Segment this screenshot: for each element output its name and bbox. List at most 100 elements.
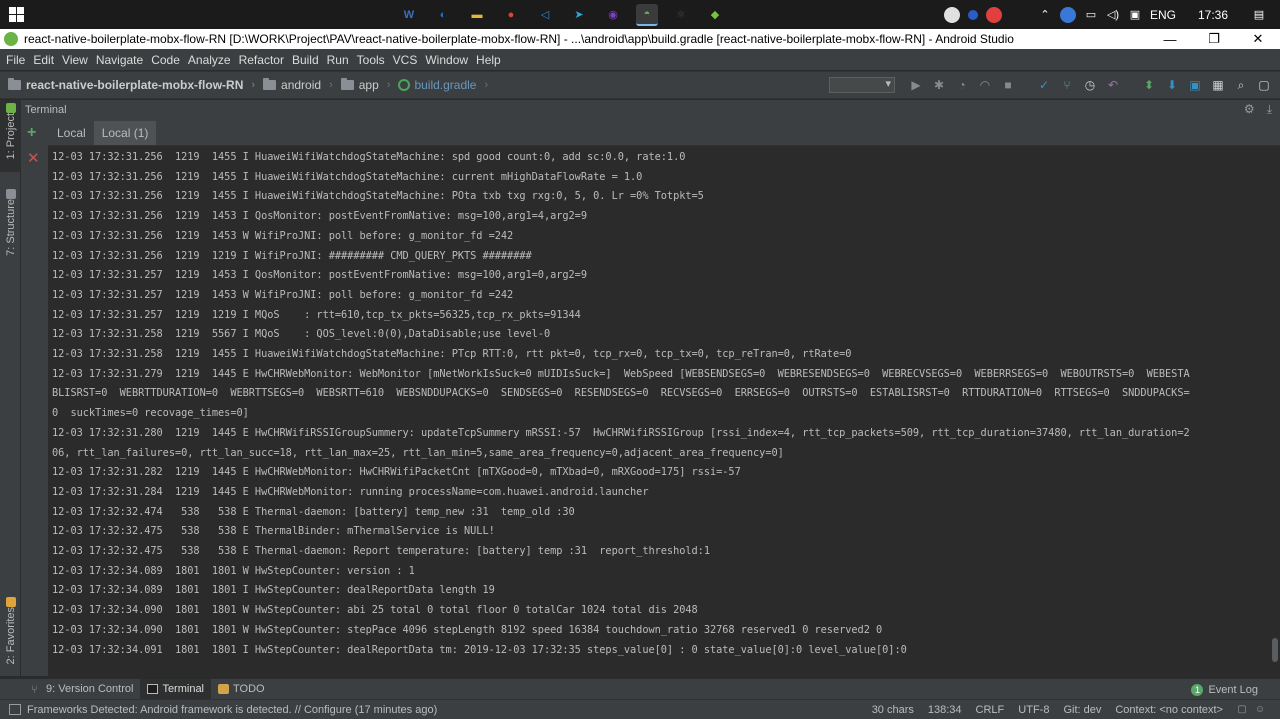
- search-icon[interactable]: ⌕: [1233, 77, 1249, 93]
- close-button[interactable]: ✕: [1236, 31, 1280, 47]
- window-title-bar: react-native-boilerplate-mobx-flow-RN [D…: [0, 29, 1280, 49]
- restore-button[interactable]: ❐: [1192, 31, 1236, 47]
- notifications-icon[interactable]: ▤: [1252, 8, 1266, 22]
- close-session-icon[interactable]: ✕: [27, 149, 40, 167]
- menu-run[interactable]: Run: [323, 53, 353, 67]
- android-studio-icon[interactable]: ◓: [636, 3, 658, 26]
- vcs-rollback-icon[interactable]: ↶: [1105, 77, 1121, 93]
- tab-label: 9: Version Control: [46, 683, 134, 695]
- hide-panel-icon[interactable]: ⤓: [1267, 102, 1272, 117]
- menu-build[interactable]: Build: [288, 53, 323, 67]
- context-indicator[interactable]: Context: <no context>: [1108, 704, 1230, 716]
- git-branch[interactable]: Git: dev: [1056, 704, 1108, 716]
- tray-app-icon[interactable]: [943, 6, 960, 23]
- menu-tools[interactable]: Tools: [353, 53, 389, 67]
- menu-code[interactable]: Code: [147, 53, 184, 67]
- menu-view[interactable]: View: [58, 53, 92, 67]
- tab-structure[interactable]: 7: Structure: [0, 186, 21, 262]
- avd-manager-icon[interactable]: ▣: [1187, 77, 1203, 93]
- menu-file[interactable]: File: [2, 53, 29, 67]
- menu-window[interactable]: Window: [421, 53, 472, 67]
- tab-version-control[interactable]: ⑂ 9: Version Control: [24, 679, 140, 700]
- chevron-up-icon[interactable]: ⌃: [1038, 8, 1052, 22]
- breadcrumb-project[interactable]: react-native-boilerplate-mobx-flow-RN ›: [0, 78, 255, 92]
- terminal-tab[interactable]: Local: [49, 121, 94, 145]
- profile-icon[interactable]: ◔: [954, 77, 970, 93]
- scrollbar-thumb[interactable]: [1272, 638, 1278, 662]
- firefox-icon[interactable]: ◐: [432, 4, 454, 26]
- log-line: 12-03 17:32:31.256 1219 1455 I HuaweiWif…: [52, 190, 704, 203]
- run-icon[interactable]: ▶: [908, 77, 924, 93]
- line-separator[interactable]: CRLF: [969, 704, 1012, 716]
- project-structure-icon[interactable]: ▦: [1210, 77, 1226, 93]
- log-line: 12-03 17:32:34.091 1801 1801 I HwStepCou…: [52, 643, 907, 656]
- menu-analyze[interactable]: Analyze: [184, 53, 235, 67]
- terminal-output[interactable]: 12-03 17:32:31.256 1219 1455 I HuaweiWif…: [48, 148, 1269, 674]
- clock[interactable]: 17:36: [1198, 8, 1228, 22]
- terminal-scrollbar[interactable]: [1271, 148, 1279, 674]
- start-button[interactable]: [0, 0, 32, 29]
- log-line: 12-03 17:32:31.256 1219 1219 I WifiProJN…: [52, 249, 532, 262]
- log-line: 12-03 17:32:31.280 1219 1445 E HwCHRWifi…: [52, 426, 1190, 439]
- log-line: 12-03 17:32:31.257 1219 1219 I MQoS : rt…: [52, 308, 581, 321]
- menu-edit[interactable]: Edit: [29, 53, 58, 67]
- menu-refactor[interactable]: Refactor: [235, 53, 288, 67]
- vcs-commit-icon[interactable]: ⑂: [1059, 77, 1075, 93]
- log-line: 12-03 17:32:31.256 1219 1453 I QosMonito…: [52, 210, 587, 223]
- tray-app-icon[interactable]: [1059, 6, 1076, 23]
- stop-icon[interactable]: ■: [1000, 77, 1016, 93]
- chrome-icon[interactable]: ●: [500, 4, 522, 26]
- project-icon: [5, 103, 16, 113]
- minimize-button[interactable]: —: [1148, 32, 1192, 47]
- window-title: react-native-boilerplate-mobx-flow-RN [D…: [24, 32, 1014, 46]
- breadcrumb-file[interactable]: build.gradle ›: [390, 78, 488, 92]
- gradle-icon: [398, 79, 411, 91]
- sync-gradle-icon[interactable]: ⬍: [1141, 77, 1157, 93]
- language-indicator[interactable]: ENG: [1150, 8, 1176, 22]
- windows-store-icon[interactable]: W: [398, 4, 420, 26]
- tab-project[interactable]: 1: Project: [0, 100, 21, 172]
- tray-app-icon[interactable]: [985, 6, 1002, 23]
- react-icon[interactable]: ⚛: [670, 4, 692, 26]
- file-encoding[interactable]: UTF-8: [1011, 704, 1056, 716]
- caret-position[interactable]: 138:34: [921, 704, 969, 716]
- telegram-icon[interactable]: ➤: [568, 4, 590, 26]
- log-line: 12-03 17:32:34.089 1801 1801 I HwStepCou…: [52, 584, 495, 597]
- tray-app-icon[interactable]: [967, 9, 978, 20]
- structure-icon: [5, 189, 16, 199]
- attach-debugger-icon[interactable]: ◠: [977, 77, 993, 93]
- breadcrumb-android[interactable]: android ›: [255, 78, 333, 92]
- taskbar-apps: W ◐ ▬ ● ◁ ➤ ◉ ◓ ⚛ ◆: [398, 0, 726, 29]
- vscode-icon[interactable]: ◁: [534, 4, 556, 26]
- toggle-tool-windows-icon[interactable]: [9, 704, 21, 715]
- breadcrumb-label: android: [281, 78, 322, 92]
- debug-icon[interactable]: ✱: [931, 77, 947, 93]
- tab-todo[interactable]: TODO: [211, 679, 272, 700]
- tab-event-log[interactable]: 1 Event Log: [1191, 679, 1258, 700]
- breadcrumb-app[interactable]: app ›: [333, 78, 390, 92]
- gear-icon[interactable]: ⚙: [1244, 102, 1255, 117]
- tab-favorites[interactable]: 2: Favorites: [0, 594, 21, 670]
- terminal-tab[interactable]: Local (1): [93, 121, 157, 145]
- network-icon[interactable]: ▣: [1128, 8, 1142, 22]
- menu-help[interactable]: Help: [472, 53, 505, 67]
- volume-icon[interactable]: ◁): [1106, 8, 1120, 22]
- new-session-icon[interactable]: +: [27, 124, 36, 142]
- media-player-icon[interactable]: ◉: [602, 4, 624, 26]
- vcs-update-icon[interactable]: ✓: [1036, 77, 1052, 93]
- inspector-icon[interactable]: ☺: [1254, 704, 1266, 716]
- lock-icon[interactable]: ▢: [1236, 704, 1248, 716]
- left-tool-strip: 1: Project 7: Structure 2: Favorites: [0, 100, 21, 676]
- menu-vcs[interactable]: VCS: [389, 53, 422, 67]
- run-configuration-select[interactable]: [829, 77, 895, 93]
- git-app-icon[interactable]: ◆: [704, 4, 726, 26]
- tab-terminal[interactable]: Terminal: [140, 678, 212, 700]
- assistant-icon[interactable]: ▢: [1256, 77, 1272, 93]
- log-line: 12-03 17:32:32.475 538 538 E Thermal-dae…: [52, 545, 710, 558]
- menu-navigate[interactable]: Navigate: [92, 53, 147, 67]
- vcs-history-icon[interactable]: ◷: [1082, 77, 1098, 93]
- status-message[interactable]: Frameworks Detected: Android framework i…: [27, 704, 865, 716]
- sdk-manager-icon[interactable]: ⬇: [1164, 77, 1180, 93]
- file-explorer-icon[interactable]: ▬: [466, 4, 488, 26]
- battery-icon[interactable]: ▭: [1084, 8, 1098, 22]
